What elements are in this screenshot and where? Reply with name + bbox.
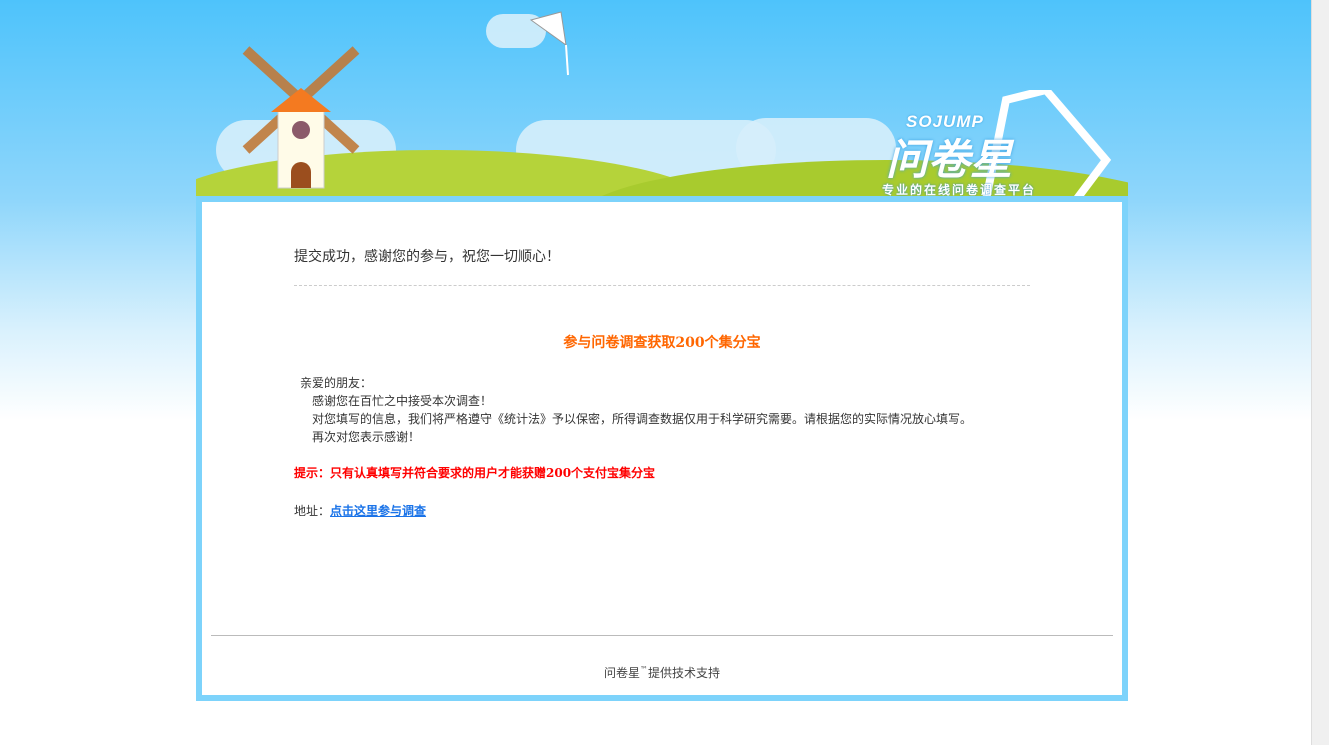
footer-divider [211,635,1113,636]
survey-link[interactable]: 点击这里参与调查 [330,504,426,518]
letter-greeting: 亲爱的朋友： [300,376,373,390]
page-title: 提交成功，感谢您的参与，祝您一切顺心！ [294,249,560,265]
kite-icon [529,11,569,76]
letter-line: 对您填写的信息，我们将严格遵守《统计法》予以保密，所得调查数据仅用于科学研究需要… [312,412,973,426]
content-box: 提交成功，感谢您的参与，祝您一切顺心！ 参与问卷调查获取200个集分宝 亲爱的朋… [196,196,1128,701]
letter-line: 再次对您表示感谢！ [312,430,421,444]
footer-brand: 问卷星 [603,666,640,680]
windmill-icon [242,46,360,189]
sojump-logo: SOJUMP 问卷星 专业的在线问卷调查平台 [882,90,1116,200]
footer-text: 提供技术支持 [648,666,721,680]
footer: 问卷星™提供技术支持 [202,664,1122,681]
logo-cn: 问卷星 [886,135,1013,184]
letter-line: 感谢您在百忙之中接受本次调查！ [312,394,493,408]
divider [294,285,1030,286]
header-banner: SOJUMP 问卷星 专业的在线问卷调查平台 [196,0,1128,200]
address: 地址：点击这里参与调查 [294,502,1030,519]
tip-text: 提示：只有认真填写并符合要求的用户才能获赠200个支付宝集分宝 [294,466,656,480]
trademark: ™ [640,665,648,674]
scrollbar[interactable] [1311,0,1329,745]
letter: 亲爱的朋友： 感谢您在百忙之中接受本次调查！ 对您填写的信息，我们将严格遵守《统… [294,374,1030,446]
survey-heading: 参与问卷调查获取200个集分宝 [563,335,761,351]
address-label: 地址： [294,504,331,518]
